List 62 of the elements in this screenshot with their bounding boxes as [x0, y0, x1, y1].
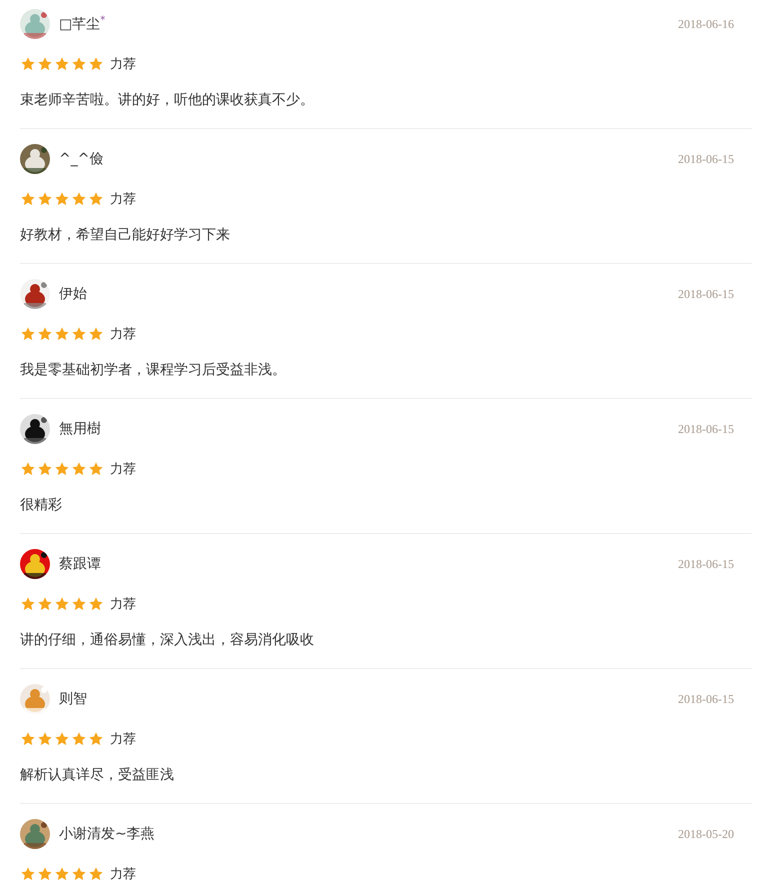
review-comment: 很精彩	[20, 497, 63, 513]
user-name[interactable]: □芊尘$^{*}$	[59, 14, 678, 34]
rating-label: 力荐	[110, 326, 136, 343]
review-date: 2018-06-15	[678, 556, 734, 572]
user-name[interactable]: 伊始	[59, 285, 678, 303]
star-icon	[20, 56, 36, 72]
star-icon	[71, 866, 87, 882]
star-icon	[54, 731, 70, 747]
star-icon	[71, 596, 87, 612]
user-name[interactable]: 小谢清发~李燕	[59, 825, 678, 843]
star-icon	[54, 191, 70, 207]
star-icon	[20, 326, 36, 342]
rating-label: 力荐	[110, 56, 136, 73]
star-icon	[37, 56, 53, 72]
star-icon	[54, 56, 70, 72]
review-date: 2018-06-16	[678, 16, 734, 32]
star-icon	[37, 191, 53, 207]
rating-label: 力荐	[110, 191, 136, 208]
star-icon	[88, 596, 104, 612]
star-icon	[37, 326, 53, 342]
star-icon	[88, 326, 104, 342]
star-icon	[88, 191, 104, 207]
user-name[interactable]: 蔡跟谭	[59, 555, 678, 573]
star-icon	[54, 461, 70, 477]
star-icon	[88, 461, 104, 477]
star-icon	[71, 461, 87, 477]
star-icon	[88, 731, 104, 747]
rating-label: 力荐	[110, 461, 136, 478]
review-date: 2018-06-15	[678, 422, 734, 436]
review-date: 2018-06-15	[678, 286, 734, 302]
star-icon	[71, 56, 87, 72]
star-icon	[71, 731, 87, 747]
review-comment: 束老师辛苦啦。讲的好，听他的课收获真不少。	[20, 92, 315, 108]
star-icon	[37, 866, 53, 882]
rating-label: 力荐	[110, 866, 136, 883]
user-name[interactable]: 無用樹	[59, 420, 678, 438]
review-comment: 好教材，希望自己能好好学习下来	[20, 227, 231, 243]
user-name[interactable]: 则智	[59, 690, 678, 708]
star-icon	[54, 596, 70, 612]
star-icon	[20, 866, 36, 882]
star-icon	[88, 56, 104, 72]
star-icon	[71, 326, 87, 342]
star-icon	[20, 191, 36, 207]
review-date: 2018-06-15	[678, 152, 734, 166]
user-name[interactable]: ^_^儉	[59, 150, 678, 168]
star-icon	[54, 326, 70, 342]
star-icon	[88, 866, 104, 882]
star-icon	[20, 731, 36, 747]
review-comment: 讲的仔细，通俗易懂，深入浅出，容易消化吸收	[20, 632, 315, 648]
star-icon	[54, 866, 70, 882]
review-comment: 我是零基础初学者，课程学习后受益非浅。	[20, 362, 287, 378]
star-icon	[37, 731, 53, 747]
review-date: 2018-06-15	[678, 692, 734, 706]
rating-label: 力荐	[110, 731, 136, 748]
star-icon	[71, 191, 87, 207]
star-icon	[20, 596, 36, 612]
star-icon	[37, 461, 53, 477]
star-icon	[37, 596, 53, 612]
rating-label: 力荐	[110, 596, 136, 613]
review-comment: 解析认真详尽，受益匪浅	[20, 767, 175, 783]
star-icon	[20, 461, 36, 477]
review-date: 2018-05-20	[678, 826, 734, 842]
